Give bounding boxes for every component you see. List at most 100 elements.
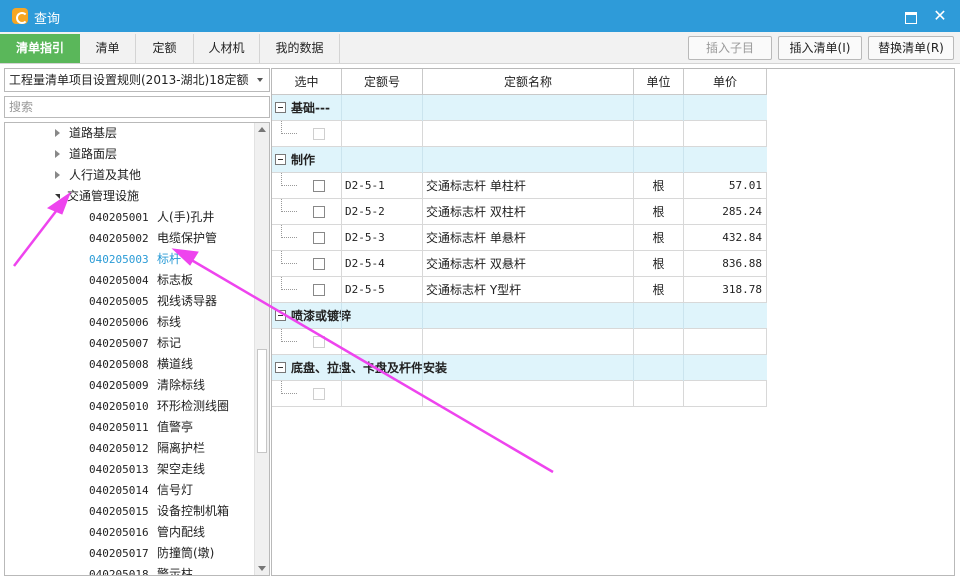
collapse-icon[interactable] — [275, 154, 286, 165]
row-checkbox[interactable] — [313, 206, 325, 218]
tree-item[interactable]: 040205004 标志板 — [89, 270, 193, 291]
tree-item[interactable]: 040205005 视线诱导器 — [89, 291, 217, 312]
grid-cell[interactable]: 318.78 — [684, 277, 767, 303]
tree-item[interactable]: 040205016 管内配线 — [89, 522, 205, 543]
left-panel: 工程量清单项目设置规则(2013-湖北)18定额 道路基层道路面层人行道及其他交… — [4, 68, 270, 576]
item-code: 040205007 — [89, 337, 149, 350]
grid-cell[interactable] — [272, 277, 342, 303]
row-checkbox[interactable] — [313, 284, 325, 296]
tree-item[interactable]: 040205015 设备控制机箱 — [89, 501, 229, 522]
grid-cell[interactable]: D2-5-2 — [342, 199, 423, 225]
grid-cell[interactable]: 交通标志杆 双悬杆 — [423, 251, 634, 277]
grid-cell[interactable]: 836.88 — [684, 251, 767, 277]
tree-item[interactable]: 040205002 电缆保护管 — [89, 228, 217, 249]
tree-folder-expanded[interactable]: 交通管理设施 — [55, 186, 139, 207]
replace-list-button[interactable]: 替换清单(R) — [868, 36, 954, 60]
expand-arrow-icon[interactable] — [55, 171, 60, 179]
item-name: 值警亭 — [157, 420, 194, 434]
grid-cell[interactable]: 根 — [634, 173, 684, 199]
tree-item[interactable]: 040205008 横道线 — [89, 354, 193, 375]
grid-cell[interactable]: 432.84 — [684, 225, 767, 251]
group-row[interactable]: 底盘、拉盘、卡盘及杆件安装 — [272, 355, 767, 381]
grid-cell[interactable]: 交通标志杆 单柱杆 — [423, 173, 634, 199]
row-checkbox[interactable] — [313, 180, 325, 192]
group-label: 底盘、拉盘、卡盘及杆件安装 — [291, 361, 448, 375]
tab-my-data[interactable]: 我的数据 — [260, 34, 340, 63]
group-row[interactable]: 基础--- — [272, 95, 767, 121]
row-checkbox[interactable] — [313, 258, 325, 270]
tree-item[interactable]: 040205012 隔离护栏 — [89, 438, 205, 459]
grid-cell[interactable]: D2-5-4 — [342, 251, 423, 277]
group-row-divider — [422, 303, 423, 329]
grid-cell[interactable]: 根 — [634, 251, 684, 277]
group-row-divider — [633, 355, 634, 381]
tree-folder-label: 道路面层 — [69, 147, 118, 161]
grid-cell[interactable]: 根 — [634, 225, 684, 251]
tree-item[interactable]: 040205017 防撞筒(墩) — [89, 543, 214, 564]
tab-labor-material-machine[interactable]: 人材机 — [194, 34, 260, 63]
tab-list[interactable]: 清单 — [80, 34, 136, 63]
grid-cell[interactable] — [272, 225, 342, 251]
grid-cell[interactable]: 57.01 — [684, 173, 767, 199]
scroll-up-icon[interactable] — [258, 127, 266, 132]
tree-item[interactable]: 040205007 标记 — [89, 333, 181, 354]
tree-folder[interactable]: 人行道及其他 — [55, 165, 141, 186]
grid-cell[interactable] — [272, 251, 342, 277]
scroll-down-icon[interactable] — [258, 566, 266, 571]
search-input[interactable] — [4, 96, 270, 118]
tab-quota[interactable]: 定额 — [136, 34, 194, 63]
grid-cell[interactable]: 285.24 — [684, 199, 767, 225]
collapse-icon[interactable] — [275, 362, 286, 373]
item-name: 标志板 — [157, 273, 194, 287]
insert-list-button[interactable]: 插入清单(I) — [778, 36, 862, 60]
row-checkbox[interactable] — [313, 128, 325, 140]
tree-scrollbar[interactable] — [254, 123, 269, 575]
collapse-arrow-icon[interactable] — [55, 194, 60, 199]
item-name: 信号灯 — [157, 483, 194, 497]
group-row[interactable]: 制作 — [272, 147, 767, 173]
close-icon[interactable]: ✕ — [932, 8, 948, 24]
grid-cell[interactable]: 交通标志杆 单悬杆 — [423, 225, 634, 251]
quota-code: D2-5-1 — [345, 179, 385, 192]
insert-child-button[interactable]: 插入子目 — [688, 36, 772, 60]
grid-cell — [423, 329, 634, 355]
group-row-divider — [341, 355, 342, 381]
tree-item[interactable]: 040205013 架空走线 — [89, 459, 205, 480]
grid-cell[interactable]: D2-5-1 — [342, 173, 423, 199]
expand-arrow-icon[interactable] — [55, 150, 60, 158]
tree-item[interactable]: 040205001 人(手)孔井 — [89, 207, 214, 228]
tree-item[interactable]: 040205011 值警亭 — [89, 417, 193, 438]
tree-folder-label: 人行道及其他 — [69, 168, 142, 182]
row-checkbox[interactable] — [313, 232, 325, 244]
grid-cell[interactable]: 交通标志杆 双柱杆 — [423, 199, 634, 225]
grid-cell[interactable]: 交通标志杆 Y型杆 — [423, 277, 634, 303]
window-title: 查询 — [34, 12, 61, 27]
row-checkbox[interactable] — [313, 336, 325, 348]
grid-cell[interactable]: D2-5-3 — [342, 225, 423, 251]
expand-arrow-icon[interactable] — [55, 129, 60, 137]
grid-cell[interactable]: 根 — [634, 199, 684, 225]
tree-item[interactable]: 040205003 标杆 — [89, 249, 181, 270]
grid-cell[interactable] — [272, 173, 342, 199]
tree-item[interactable]: 040205018 警示柱 — [89, 564, 193, 575]
scrollbar-thumb[interactable] — [257, 349, 267, 453]
tree-folder[interactable]: 道路面层 — [55, 144, 117, 165]
group-row[interactable]: 喷漆或镀锌 — [272, 303, 767, 329]
tab-list-guide[interactable]: 清单指引 — [0, 34, 80, 63]
tree-item[interactable]: 040205006 标线 — [89, 312, 181, 333]
group-row-divider — [422, 147, 423, 173]
tree-item[interactable]: 040205010 环形检测线圈 — [89, 396, 229, 417]
tree-item[interactable]: 040205014 信号灯 — [89, 480, 193, 501]
grid-cell[interactable] — [272, 199, 342, 225]
tree-folder[interactable]: 道路基层 — [55, 123, 117, 144]
rule-select[interactable]: 工程量清单项目设置规则(2013-湖北)18定额 — [4, 68, 270, 92]
maximize-icon[interactable] — [902, 8, 918, 24]
quota-name: 交通标志杆 双柱杆 — [426, 205, 526, 219]
tree-item[interactable]: 040205009 清除标线 — [89, 375, 205, 396]
grid-cell[interactable]: 根 — [634, 277, 684, 303]
title-bar: 查询 ✕ — [0, 0, 960, 32]
collapse-icon[interactable] — [275, 102, 286, 113]
row-checkbox[interactable] — [313, 388, 325, 400]
grid-cell[interactable]: D2-5-5 — [342, 277, 423, 303]
collapse-icon[interactable] — [275, 310, 286, 321]
